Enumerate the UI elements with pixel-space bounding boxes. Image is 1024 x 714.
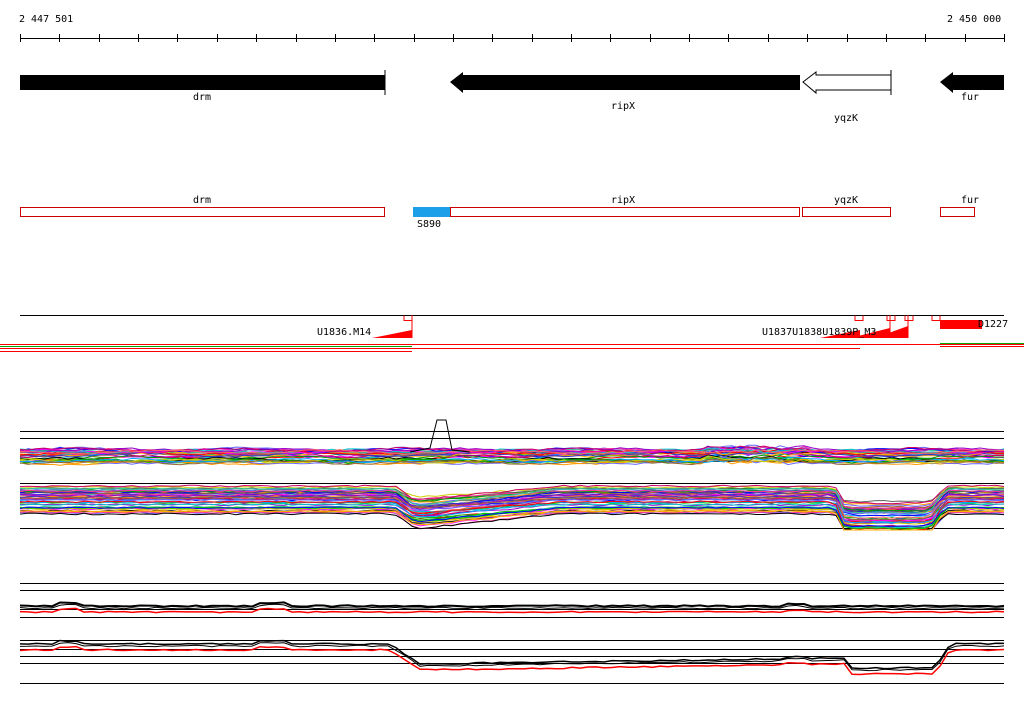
genome-browser-view: 2 447 501 2 450 000 drm ripX yqzK fur dr… (0, 0, 1024, 714)
expression-profile-panels[interactable] (0, 0, 1024, 714)
average-profile-line (19, 601, 1005, 608)
profile-spike (409, 419, 471, 453)
